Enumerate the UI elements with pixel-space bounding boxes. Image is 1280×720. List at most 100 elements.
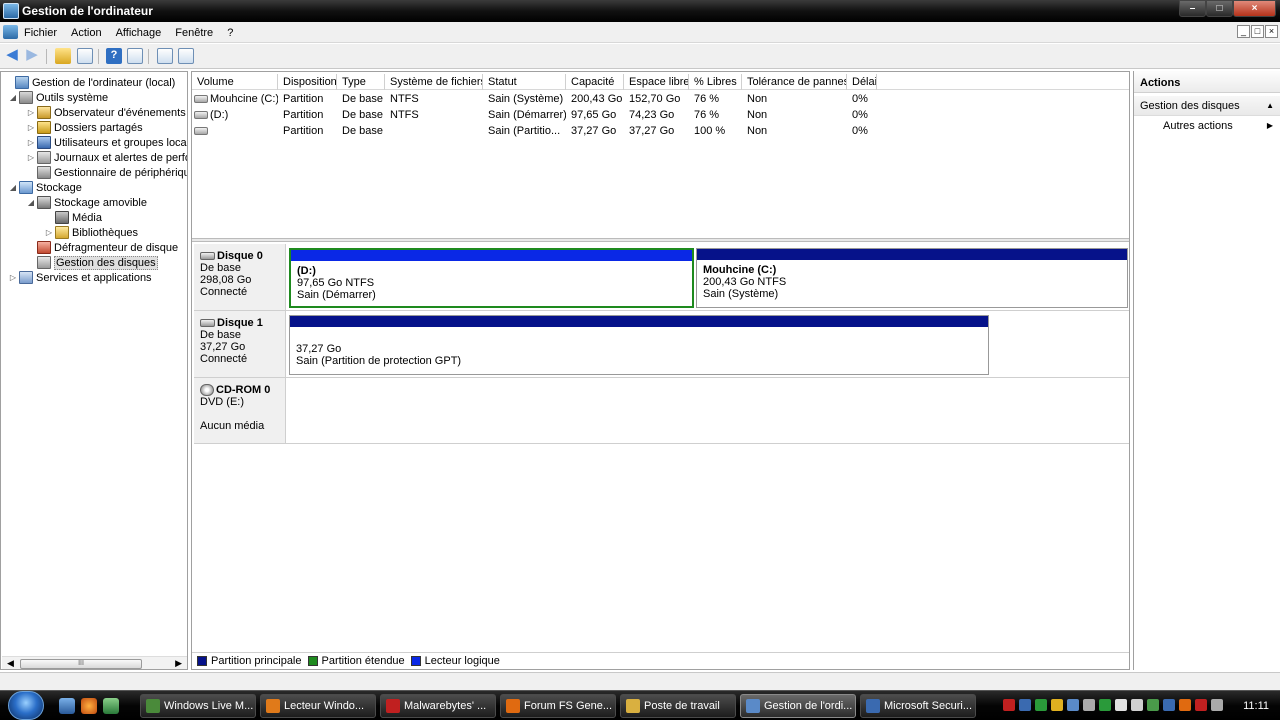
tree-item[interactable]: ▷ Observateur d'événements [27,105,186,120]
maximize-button[interactable]: □ [1206,0,1233,17]
taskbar-app-icon [146,699,160,713]
expand-toggle-icon[interactable]: ▷ [27,153,35,162]
column-header[interactable]: Espace libre [624,74,689,90]
tree-item[interactable]: ▷ Dossiers partagés [27,120,143,135]
disk-info[interactable]: CD-ROM 0 DVD (E:) Aucun média [194,378,286,443]
partition-block[interactable]: (D:) 97,65 Go NTFS Sain (Démarrer) [289,248,694,308]
help-icon[interactable]: ? [106,48,122,64]
show-hide-tree-icon[interactable] [77,48,93,64]
table-cell: 74,23 Go [629,109,675,121]
show-desktop-icon[interactable] [59,698,75,714]
tree-item[interactable]: ▷ Utilisateurs et groupes locau [27,135,187,150]
tray-icon[interactable] [1083,699,1095,711]
expand-toggle-icon[interactable]: ◢ [9,183,17,192]
system-menu-icon[interactable] [3,25,18,39]
mdi-restore-button[interactable]: □ [1251,25,1264,38]
minimize-button[interactable]: – [1179,0,1206,17]
taskbar-button[interactable]: Microsoft Securi... [860,694,976,718]
taskbar-button[interactable]: Windows Live M... [140,694,256,718]
messenger-icon[interactable] [103,698,119,714]
refresh-icon[interactable] [157,48,173,64]
back-arrow-icon[interactable]: ◀ [4,47,20,64]
menu-item[interactable]: Affichage [116,27,168,39]
up-folder-icon[interactable] [55,48,71,64]
expand-toggle-icon[interactable]: ▷ [27,138,35,147]
partition-block[interactable]: 37,27 Go Sain (Partition de protection GP… [289,315,989,375]
scroll-thumb[interactable]: III [20,659,142,669]
tray-icon[interactable] [1067,699,1079,711]
mdi-minimize-button[interactable]: _ [1237,25,1250,38]
firefox-icon[interactable] [81,698,97,714]
menu-item[interactable]: Fenêtre [175,27,219,39]
scroll-left-icon[interactable]: ◀ [7,658,14,669]
tree-item[interactable]: ◢ Stockage amovible [27,195,147,210]
mdi-close-button[interactable]: × [1265,25,1278,38]
column-header[interactable]: Disposition [278,74,337,90]
tray-icon[interactable] [1179,699,1191,711]
tray-icon[interactable] [1115,699,1127,711]
volume-name: Mouhcine (C:) [210,93,278,105]
taskbar-button[interactable]: Gestion de l'ordi... [740,694,856,718]
submenu-arrow-icon: ▶ [1266,121,1273,130]
action-item[interactable]: Autres actions ▶ [1134,116,1280,136]
tree-horizontal-scrollbar[interactable]: ◀ III ▶ [2,656,187,669]
expand-toggle-icon[interactable]: ▷ [9,273,17,282]
expand-toggle-icon[interactable]: ◢ [9,93,17,102]
tree-item[interactable]: Gestion des disques [27,255,158,270]
menu-item[interactable]: ? [227,27,239,39]
menu-item[interactable]: Action [71,27,108,39]
tree-item[interactable]: ▷ Journaux et alertes de perfo [27,150,187,165]
tray-icon[interactable] [1195,699,1207,711]
actions-section-disk-management[interactable]: Gestion des disques ▲ [1134,96,1280,116]
partition-block[interactable]: Mouhcine (C:) 200,43 Go NTFS Sain (Système… [696,248,1128,308]
column-header[interactable]: Tolérance de pannes [742,74,847,90]
taskbar-button-label: Malwarebytes' ... [404,700,487,712]
properties-icon[interactable] [127,48,143,64]
export-icon[interactable] [178,48,194,64]
start-button[interactable] [8,691,44,720]
disk-info[interactable]: Disque 0 De base 298,08 Go Connecté [194,244,286,310]
tray-icon[interactable] [1131,699,1143,711]
forward-arrow-icon[interactable]: ▶ [24,47,40,64]
tree-item[interactable]: ▷ Services et applications [9,270,152,285]
expand-toggle-icon[interactable]: ▷ [27,108,35,117]
column-header[interactable]: % Libres [689,74,742,90]
tree-item[interactable]: ▷ Bibliothèques [45,225,138,240]
taskbar-button[interactable]: Malwarebytes' ... [380,694,496,718]
column-header[interactable]: Volume [192,74,278,90]
tree-item[interactable]: ◢ Stockage [9,180,82,195]
column-header[interactable]: Type [337,74,385,90]
expand-toggle-icon[interactable]: ▷ [27,123,35,132]
scroll-right-icon[interactable]: ▶ [175,658,182,669]
taskbar-button[interactable]: Forum FS Gene... [500,694,616,718]
expand-toggle-icon[interactable]: ◢ [27,198,35,207]
expand-toggle-icon[interactable]: ▷ [45,228,53,237]
tree-item[interactable]: Média [45,210,102,225]
tray-icon[interactable] [1003,699,1015,711]
column-header[interactable]: Capacité [566,74,624,90]
collapse-caret-icon[interactable]: ▲ [1266,96,1274,116]
tray-icon[interactable] [1035,699,1047,711]
table-row[interactable]: (D:) Partition De base NTFS Sain (Démarrer) 9… [192,107,1129,123]
taskbar-button[interactable]: Poste de travail [620,694,736,718]
tray-icon[interactable] [1099,699,1111,711]
close-button[interactable]: × [1233,0,1276,17]
column-header[interactable]: Système de fichiers [385,74,483,90]
pane-splitter[interactable] [192,238,1129,242]
taskbar-button[interactable]: Lecteur Windo... [260,694,376,718]
tree-item[interactable]: Gestionnaire de périphérique [27,165,187,180]
tray-icon[interactable] [1163,699,1175,711]
tray-icon[interactable] [1211,699,1223,711]
table-row[interactable]: Mouhcine (C:) Partition De base NTFS Sain (S… [192,91,1129,107]
tree-item[interactable]: Gestion de l'ordinateur (local) [5,75,175,90]
menu-item[interactable]: Fichier [24,27,63,39]
tray-icon[interactable] [1019,699,1031,711]
tree-item[interactable]: ◢ Outils système [9,90,108,105]
table-row[interactable]: Partition De base Sain (Partitio... 37,27 G… [192,123,1129,139]
tray-icon[interactable] [1051,699,1063,711]
column-header[interactable]: Statut [483,74,566,90]
disk-info[interactable]: Disque 1 De base 37,27 Go Connecté [194,311,286,377]
tree-item[interactable]: Défragmenteur de disque [27,240,178,255]
tray-icon[interactable] [1147,699,1159,711]
column-header[interactable]: Délai [847,74,877,90]
